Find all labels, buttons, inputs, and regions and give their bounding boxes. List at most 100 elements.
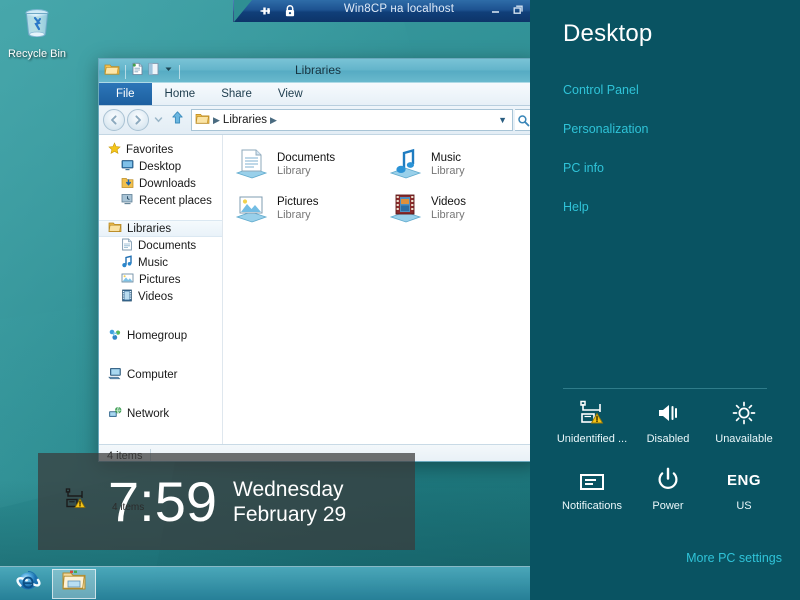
network-warning-icon — [578, 400, 606, 426]
nav-item-music[interactable]: Music — [99, 254, 222, 271]
tile-label: Power — [652, 500, 684, 512]
taskbar[interactable] — [0, 566, 530, 600]
library-item-music[interactable]: Music Library — [383, 145, 537, 189]
charm-link-control-panel[interactable]: Control Panel — [563, 83, 639, 97]
library-sublabel: Library — [277, 165, 311, 177]
taskbar-button-file-explorer[interactable] — [52, 568, 96, 599]
tile-label: Unavailable — [715, 433, 773, 445]
nav-item-network[interactable]: Network — [99, 405, 222, 422]
vm-window-titlebar[interactable]: Win8CP на localhost — [233, 0, 565, 22]
nav-item-pictures[interactable]: Pictures — [99, 271, 222, 288]
documents-icon — [121, 238, 133, 254]
recycle-bin-label: Recycle Bin — [7, 48, 67, 60]
recycle-bin-icon — [18, 9, 56, 46]
desktop-icon-recycle-bin[interactable]: Recycle Bin — [4, 4, 70, 61]
brightness-icon — [731, 400, 757, 426]
charm-tile-volume[interactable]: Disabled — [630, 400, 706, 445]
nav-label: Videos — [138, 290, 173, 303]
charm-panel-divider — [563, 388, 767, 389]
taskbar-button-internet-explorer[interactable] — [6, 569, 50, 599]
library-item-pictures[interactable]: Pictures Library — [229, 189, 383, 233]
breadcrumb-separator-2[interactable]: ▶ — [270, 115, 277, 126]
file-explorer-window[interactable]: Libraries File Home Share View ▶ Librari… — [98, 58, 538, 462]
library-name: Pictures — [277, 196, 319, 208]
tile-label: Unidentified ... — [556, 433, 628, 445]
nav-item-downloads[interactable]: Downloads — [99, 175, 222, 192]
nav-item-libraries[interactable]: Libraries — [99, 220, 222, 237]
file-explorer-icon — [61, 569, 87, 598]
clock-overlay: 4 items 7:59 Wednesday February 29 — [38, 453, 415, 550]
charm-settings-grid[interactable]: Unidentified ... Disabled Unavailable No… — [554, 400, 782, 512]
explorer-status-item-count-behind: 4 items — [112, 502, 145, 513]
nav-label: Libraries — [127, 222, 172, 235]
back-button[interactable] — [103, 109, 125, 131]
charm-tile-network[interactable]: Unidentified ... — [554, 400, 630, 445]
nav-label: Favorites — [126, 143, 174, 156]
charm-link-personalization[interactable]: Personalization — [563, 122, 648, 136]
charm-tile-keyboard-language[interactable]: ENG US — [706, 467, 782, 513]
library-item-videos[interactable]: Videos Library — [383, 189, 537, 233]
breadcrumb-libraries[interactable]: Libraries — [223, 114, 267, 126]
documents-library-icon — [233, 147, 269, 188]
ribbon-tab-share[interactable]: Share — [208, 83, 265, 105]
internet-explorer-icon — [15, 568, 41, 599]
desktop-icon — [121, 159, 134, 174]
address-breadcrumb-box[interactable]: ▶ Libraries ▶ ▼ — [191, 109, 513, 131]
nav-group-gap-4 — [99, 383, 222, 394]
nav-label: Music — [138, 256, 169, 269]
navigation-pane[interactable]: Favorites Desktop Downloads Recent place… — [99, 135, 223, 444]
library-sublabel: Library — [431, 165, 465, 177]
network-icon — [108, 406, 122, 422]
clock-date: Wednesday February 29 — [233, 477, 346, 527]
nav-group-gap-4b — [99, 394, 222, 405]
nav-item-computer[interactable]: Computer — [99, 366, 222, 383]
up-button[interactable] — [168, 110, 189, 130]
power-icon — [655, 467, 681, 493]
nav-label: Computer — [127, 368, 178, 381]
more-pc-settings-link[interactable]: More PC settings — [686, 551, 782, 565]
ribbon-tab-home[interactable]: Home — [152, 83, 209, 105]
libraries-icon — [108, 221, 122, 236]
breadcrumb-separator-1[interactable]: ▶ — [213, 115, 220, 126]
ribbon-tab-file[interactable]: File — [99, 83, 152, 105]
settings-charm-panel[interactable]: Desktop Control Panel Personalization PC… — [530, 0, 800, 600]
restore-button[interactable] — [512, 3, 525, 16]
volume-icon — [655, 400, 681, 426]
charm-panel-header: Desktop — [563, 20, 653, 47]
notifications-icon — [578, 467, 606, 493]
ribbon-tab-view[interactable]: View — [265, 83, 316, 105]
homegroup-icon — [108, 328, 122, 344]
clock-date-text: February 29 — [233, 502, 347, 526]
charm-tile-notifications[interactable]: Notifications — [554, 467, 630, 512]
tile-label: Disabled — [646, 433, 690, 445]
charm-tile-power[interactable]: Power — [630, 467, 706, 512]
nav-item-documents[interactable]: Documents — [99, 237, 222, 254]
downloads-icon — [121, 176, 134, 192]
charm-tile-brightness[interactable]: Unavailable — [706, 400, 782, 445]
explorer-content-pane[interactable]: Documents Library Music Library Pictures… — [223, 135, 537, 444]
explorer-ribbon-tabs[interactable]: File Home Share View — [99, 83, 537, 106]
network-warning-status-icon — [64, 488, 88, 515]
recent-locations-chevron-icon[interactable] — [151, 111, 166, 129]
library-item-documents[interactable]: Documents Library — [229, 145, 383, 189]
minimize-button[interactable] — [489, 3, 502, 16]
clock-weekday: Wednesday — [233, 477, 344, 501]
nav-label: Homegroup — [127, 329, 188, 342]
charm-link-pc-info[interactable]: PC info — [563, 161, 604, 175]
charm-link-help[interactable]: Help — [563, 200, 589, 214]
nav-item-desktop[interactable]: Desktop — [99, 158, 222, 175]
nav-label: Downloads — [139, 177, 196, 190]
tile-label: Notifications — [562, 500, 622, 512]
address-dropdown-icon[interactable]: ▼ — [498, 115, 509, 125]
recent-places-icon — [121, 193, 134, 208]
nav-item-homegroup[interactable]: Homegroup — [99, 327, 222, 344]
nav-group-gap-3b — [99, 355, 222, 366]
explorer-address-bar[interactable]: ▶ Libraries ▶ ▼ — [99, 106, 537, 135]
nav-item-recent-places[interactable]: Recent places — [99, 192, 222, 209]
nav-group-gap — [99, 209, 222, 220]
nav-item-favorites[interactable]: Favorites — [99, 141, 222, 158]
forward-button[interactable] — [127, 109, 149, 131]
nav-item-videos[interactable]: Videos — [99, 288, 222, 305]
music-library-icon — [387, 147, 423, 188]
explorer-titlebar[interactable]: Libraries — [99, 59, 537, 83]
